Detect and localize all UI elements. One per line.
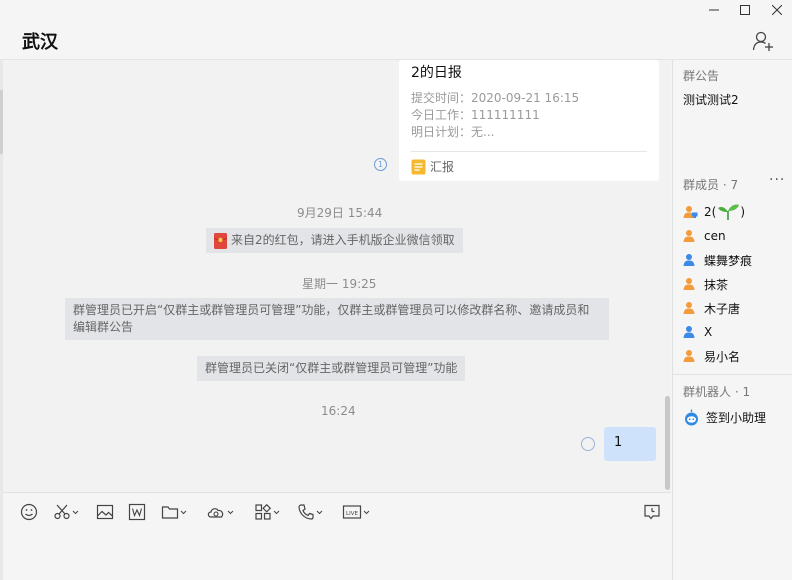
user-icon bbox=[683, 278, 695, 290]
divider bbox=[673, 374, 792, 375]
input-toolbar: LIVE bbox=[3, 492, 671, 530]
unread-status-icon bbox=[581, 437, 595, 451]
report-footer[interactable]: 汇报 bbox=[411, 158, 454, 175]
title-bar: 武汉 bbox=[0, 0, 792, 60]
member-name: 木子唐 bbox=[704, 301, 741, 316]
timestamp: 16:24 bbox=[321, 404, 356, 418]
live-icon[interactable]: LIVE bbox=[342, 503, 370, 521]
member-item[interactable]: cen bbox=[683, 227, 726, 245]
apps-icon[interactable] bbox=[254, 503, 280, 521]
report-tomorrow-plan: 明日计划：无... bbox=[411, 125, 495, 139]
member-name: 易小名 bbox=[704, 349, 741, 364]
report-title: 2的日报 bbox=[411, 65, 462, 81]
user-icon bbox=[683, 350, 695, 362]
member-name: 蝶舞梦痕 bbox=[704, 253, 753, 268]
chat-window: 武汉 2的日报 提交时间：2020-09-21 16:15 今日工作：11111… bbox=[0, 0, 792, 580]
chevron-down-icon bbox=[316, 510, 323, 514]
system-message: 群管理员已开启“仅群主或群管理员可管理”功能，仅群主或群管理员可以修改群名称、邀… bbox=[65, 298, 609, 340]
member-name: X bbox=[704, 325, 713, 339]
system-message: 群管理员已关闭“仅群主或群管理员可管理”功能 bbox=[197, 356, 466, 381]
call-icon[interactable] bbox=[297, 503, 323, 521]
cloud-drive-icon[interactable] bbox=[206, 503, 234, 521]
report-card[interactable]: 2的日报 提交时间：2020-09-21 16:15 今日工作：11111111… bbox=[399, 60, 659, 181]
admin-user-icon bbox=[683, 206, 698, 218]
folder-icon[interactable] bbox=[161, 503, 187, 521]
svg-text:LIVE: LIVE bbox=[346, 511, 358, 517]
red-packet-icon bbox=[214, 232, 227, 249]
report-icon bbox=[411, 159, 426, 174]
member-name: 2( bbox=[704, 205, 717, 219]
report-submit-time: 提交时间：2020-09-21 16:15 bbox=[411, 91, 580, 105]
user-icon bbox=[683, 326, 695, 338]
member-item[interactable]: 易小名 bbox=[683, 347, 740, 365]
notice-text[interactable]: 测试测试2 bbox=[683, 91, 739, 108]
report-divider bbox=[411, 151, 647, 152]
emoji-icon[interactable] bbox=[20, 503, 38, 521]
timestamp: 星期一 19:25 bbox=[302, 277, 377, 291]
chevron-down-icon bbox=[363, 510, 370, 514]
screenshot-icon[interactable] bbox=[53, 503, 79, 521]
chevron-down-icon bbox=[273, 510, 280, 514]
member-item[interactable]: 抹茶 bbox=[683, 275, 728, 293]
robot-icon bbox=[685, 409, 698, 426]
member-name: 抹茶 bbox=[704, 277, 729, 292]
sprout-icon bbox=[718, 204, 740, 220]
member-item[interactable]: X bbox=[683, 323, 712, 341]
robot-name: 签到小助理 bbox=[706, 411, 767, 425]
history-icon[interactable] bbox=[643, 503, 661, 521]
report-today-work: 今日工作：111111111 bbox=[411, 108, 540, 122]
maximize-icon[interactable] bbox=[735, 2, 755, 18]
system-message: 来自2的红包，请进入手机版企业微信领取 bbox=[206, 228, 463, 253]
member-item[interactable]: 木子唐 bbox=[683, 299, 740, 317]
user-icon bbox=[683, 302, 695, 314]
member-item[interactable]: 2( ) bbox=[683, 203, 745, 221]
chat-scrollbar[interactable] bbox=[665, 396, 670, 490]
member-item[interactable]: 蝶舞梦痕 bbox=[683, 251, 752, 269]
timestamp: 9月29日 15:44 bbox=[297, 206, 383, 220]
system-message-text: 来自2的红包，请进入手机版企业微信领取 bbox=[231, 233, 455, 247]
robots-title: 群机器人 · 1 bbox=[683, 385, 751, 399]
chevron-down-icon bbox=[227, 510, 234, 514]
read-count-badge[interactable]: 1 bbox=[374, 158, 387, 171]
user-icon bbox=[683, 230, 695, 242]
members-title: 群成员 · 7 bbox=[683, 178, 739, 192]
my-message[interactable]: 1 bbox=[604, 427, 656, 461]
member-name-suffix: ) bbox=[740, 205, 746, 219]
chevron-down-icon bbox=[180, 510, 187, 514]
chat-title: 武汉 bbox=[22, 32, 58, 53]
robot-item[interactable]: 签到小助理 bbox=[683, 409, 766, 426]
group-info-panel: 群公告 测试测试2 群成员 · 7 ··· 2( ) cen 蝶舞梦痕 抹茶 木… bbox=[672, 60, 792, 580]
more-icon[interactable]: ··· bbox=[769, 172, 785, 188]
add-member-icon[interactable] bbox=[752, 30, 776, 52]
report-footer-label: 汇报 bbox=[430, 160, 455, 174]
chevron-down-icon bbox=[72, 510, 79, 514]
notice-title: 群公告 bbox=[683, 69, 720, 83]
word-doc-icon[interactable] bbox=[128, 503, 146, 521]
image-icon[interactable] bbox=[96, 503, 114, 521]
message-list[interactable]: 2的日报 提交时间：2020-09-21 16:15 今日工作：11111111… bbox=[3, 60, 671, 492]
member-name: cen bbox=[704, 229, 726, 243]
minimize-icon[interactable] bbox=[704, 2, 724, 18]
close-icon[interactable] bbox=[767, 2, 787, 18]
user-icon bbox=[683, 254, 695, 266]
message-input[interactable] bbox=[3, 530, 671, 580]
